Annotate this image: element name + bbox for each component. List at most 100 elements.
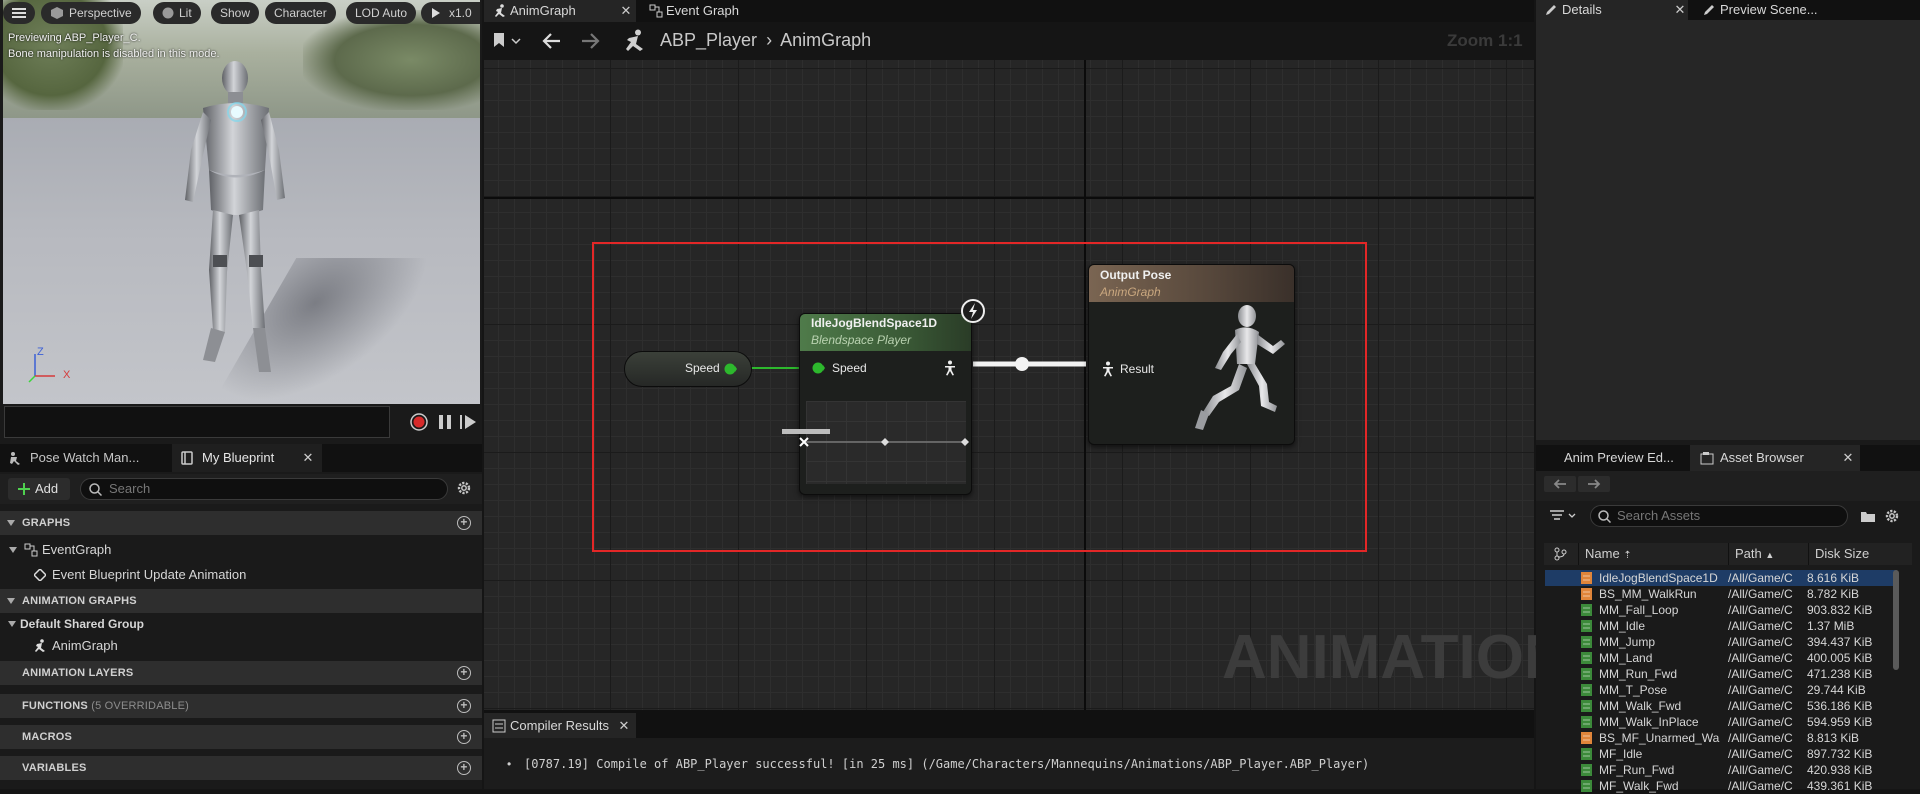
anim-sequence-asset-icon [1581,748,1592,760]
asset-size: 471.238 KiB [1807,667,1873,681]
tab-compiler-results[interactable]: Compiler Results ✕ [484,713,636,738]
folder-icon[interactable] [1860,509,1876,523]
asset-row[interactable]: BS_MF_Unarmed_Wa/All/Game/C 8.813 KiB [1545,730,1897,746]
show-button[interactable]: Show [211,2,260,24]
event-graph-icon [24,543,38,557]
lod-button[interactable]: LOD Auto [346,2,417,24]
axis-z-label: Z [37,346,44,358]
asset-row[interactable]: MM_Jump/All/Game/C 394.437 KiB [1545,634,1897,650]
section-animation-layers[interactable]: ANIMATION LAYERS + [0,661,482,685]
add-variable-icon[interactable]: + [457,761,471,775]
anim-sequence-asset-icon [1581,604,1592,616]
asset-row[interactable]: IdleJogBlendSpace1D/All/Game/C 8.616 KiB [1545,570,1897,586]
functions-overridable-count: (5 OVERRIDABLE) [91,700,189,712]
source-control-icon[interactable] [1553,547,1567,561]
section-graphs[interactable]: GRAPHS + [0,511,482,535]
play-icon [432,8,440,18]
lod-label: LOD Auto [355,6,408,20]
column-name-header[interactable]: Name ⇡ [1578,543,1728,565]
collapse-arrow-icon [7,598,15,604]
tab-anim-preview-editor[interactable]: Anim Preview Ed... [1538,445,1688,471]
asset-row[interactable]: MM_Walk_Fwd/All/Game/C 536.186 KiB [1545,698,1897,714]
column-size-header[interactable]: Disk Size [1808,543,1912,565]
tree-item-event-update[interactable]: Event Blueprint Update Animation [0,563,482,587]
close-icon[interactable]: ✕ [616,713,632,738]
character-label: Character [274,6,327,20]
section-functions[interactable]: FUNCTIONS (5 OVERRIDABLE) + [0,694,482,718]
asset-size: 420.938 KiB [1807,763,1873,777]
asset-path: /All/Game/C [1728,715,1793,729]
gear-icon[interactable] [456,480,472,496]
asset-row[interactable]: MM_Walk_InPlace/All/Game/C 594.959 KiB [1545,714,1897,730]
asset-row[interactable]: MM_Idle/All/Game/C 1.37 MiB [1545,618,1897,634]
close-icon[interactable]: ✕ [1672,0,1688,20]
add-layer-icon[interactable]: + [457,666,471,680]
asset-path: /All/Game/C [1728,699,1793,713]
tree-item-default-group[interactable]: Default Shared Group [0,612,482,636]
asset-size: 903.832 KiB [1807,603,1873,617]
asset-row[interactable]: MF_Run_Fwd/All/Game/C 420.938 KiB [1545,762,1897,778]
gear-icon[interactable] [1884,508,1900,524]
running-man-icon [35,639,45,652]
axis-x-label: X [63,369,71,381]
tab-details[interactable]: Details ✕ [1536,0,1688,20]
asset-row[interactable]: MF_Walk_Fwd/All/Game/C 439.361 KiB [1545,778,1897,794]
add-button[interactable]: Add [8,478,70,500]
asset-search-input[interactable]: Search Assets [1590,505,1848,527]
asset-row[interactable]: MM_Run_Fwd/All/Game/C 471.238 KiB [1545,666,1897,682]
asset-back-button[interactable] [1544,476,1576,492]
viewport-menu-button[interactable] [3,2,35,24]
record-icon[interactable] [409,412,429,432]
perspective-button[interactable]: Perspective [41,2,141,24]
tab-my-blueprint[interactable]: My Blueprint ✕ [172,444,322,472]
step-forward-icon[interactable] [458,412,478,432]
character-button[interactable]: Character [265,2,336,24]
viewport-info-line: Previewing ABP_Player_C. [8,32,141,44]
pose-watch-icon [10,452,20,465]
section-variables[interactable]: VARIABLES + [0,756,482,780]
column-path-header[interactable]: Path ▲ [1728,543,1808,565]
blueprint-search-input[interactable]: Search [80,478,448,500]
anim-sequence-asset-icon [1581,652,1592,664]
close-icon[interactable]: ✕ [300,444,316,472]
filter-icon[interactable] [1549,509,1579,523]
asset-row[interactable]: MM_Land/All/Game/C 400.005 KiB [1545,650,1897,666]
compiler-message[interactable]: [0787.19] Compile of ABP_Player successf… [524,757,1369,771]
asset-name: MF_Walk_Fwd [1599,779,1679,793]
asset-name: MM_Land [1599,651,1653,665]
pause-icon[interactable] [435,412,455,432]
add-graph-icon[interactable]: + [457,516,471,530]
forward-arrow-icon [1588,479,1601,489]
close-icon[interactable]: ✕ [1840,445,1856,471]
section-functions-label: FUNCTIONS [22,700,88,712]
asset-path: /All/Game/C [1728,635,1793,649]
add-function-icon[interactable]: + [457,699,471,713]
asset-list-scrollbar[interactable] [1893,570,1899,670]
annotation-highlight-box [592,242,1367,552]
section-macros-label: MACROS [22,731,73,743]
section-graphs-label: GRAPHS [22,517,71,529]
asset-path: /All/Game/C [1728,603,1793,617]
lit-button[interactable]: Lit [153,2,201,24]
preview-viewport[interactable]: Z X Perspective Lit Show Character LOD A… [3,0,480,404]
tab-pose-watch[interactable]: Pose Watch Man... [0,444,170,472]
blendspace-asset-icon [1581,588,1592,600]
tree-item-event-graph[interactable]: EventGraph [0,538,482,562]
asset-forward-button[interactable] [1578,476,1610,492]
asset-row[interactable]: MM_T_Pose/All/Game/C 29.744 KiB [1545,682,1897,698]
playback-speed-button[interactable]: x1.0 [421,2,480,24]
hamburger-icon [12,8,26,18]
tab-preview-scene-label: Preview Scene... [1720,2,1818,17]
tab-asset-browser[interactable]: Asset Browser ✕ [1690,445,1860,471]
section-macros[interactable]: MACROS + [0,725,482,749]
section-animation-graphs[interactable]: ANIMATION GRAPHS [0,589,482,613]
expand-arrow-icon [8,621,16,627]
asset-row[interactable]: MF_Idle/All/Game/C 897.732 KiB [1545,746,1897,762]
add-macro-icon[interactable]: + [457,730,471,744]
asset-row[interactable]: BS_MM_WalkRun/All/Game/C 8.782 KiB [1545,586,1897,602]
tab-preview-scene[interactable]: Preview Scene... [1694,0,1874,20]
asset-row[interactable]: MM_Fall_Loop/All/Game/C 903.832 KiB [1545,602,1897,618]
tree-item-anim-graph[interactable]: AnimGraph [0,634,482,658]
timeline-scrub-field[interactable] [4,406,390,438]
anim-sequence-asset-icon [1581,764,1592,776]
